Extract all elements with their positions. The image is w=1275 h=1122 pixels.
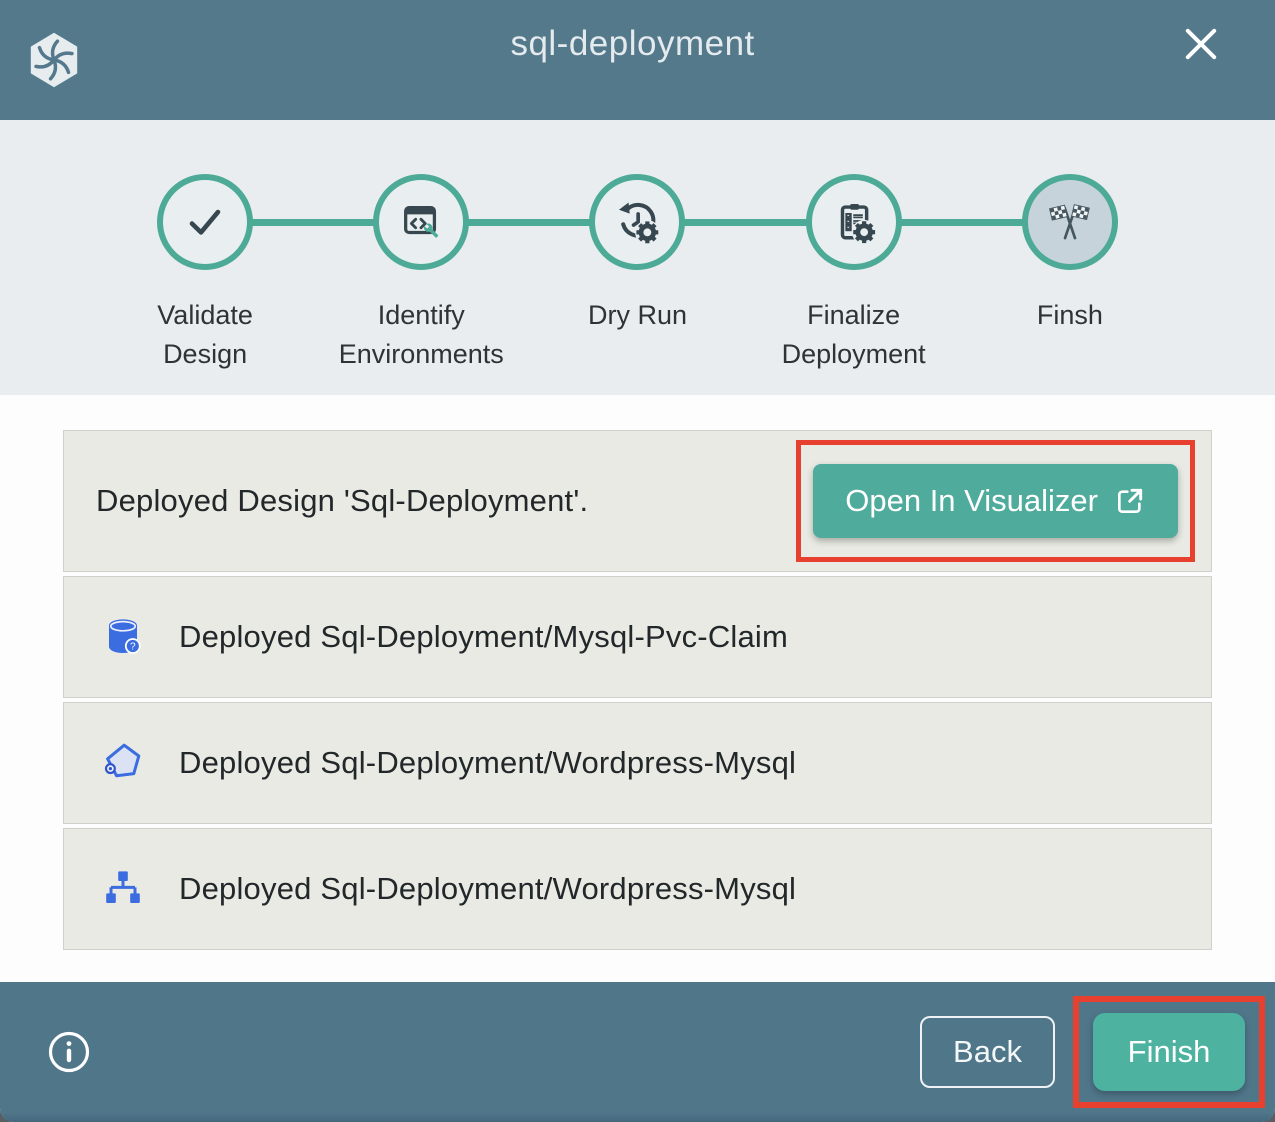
database-icon: ?	[99, 613, 147, 661]
check-icon[interactable]	[157, 174, 253, 270]
code-wrench-icon[interactable]	[373, 174, 469, 270]
step-identify-environments: Identify Environments	[313, 174, 529, 374]
step-label: Identify Environments	[332, 296, 510, 374]
step-label: Finalize Deployment	[765, 296, 943, 374]
deployment-row-wordpress-mysql-2: Deployed Sql-Deployment/Wordpress-Mysql	[63, 828, 1212, 950]
summary-text: Deployed Design 'Sql-Deployment'.	[96, 483, 588, 519]
results-panel: Deployed Design 'Sql-Deployment'. Open I…	[0, 395, 1275, 982]
summary-row: Deployed Design 'Sql-Deployment'. Open I…	[63, 430, 1212, 572]
deployment-row-text: Deployed Sql-Deployment/Wordpress-Mysql	[179, 745, 796, 781]
modal-title: sql-deployment	[510, 24, 754, 64]
close-icon[interactable]	[1179, 22, 1223, 66]
hierarchy-icon	[99, 865, 147, 913]
step-dry-run: Dry Run	[529, 174, 745, 374]
svg-text:?: ?	[130, 642, 136, 653]
clipboard-gear-icon[interactable]	[806, 174, 902, 270]
deployment-row-text: Deployed Sql-Deployment/Wordpress-Mysql	[179, 871, 796, 907]
step-label: Validate Design	[116, 296, 294, 374]
finish-button[interactable]: Finish	[1093, 1013, 1245, 1091]
step-label: Finsh	[981, 296, 1159, 335]
info-icon[interactable]	[46, 1029, 92, 1075]
step-finish: Finsh	[962, 174, 1178, 374]
meshery-logo-icon	[25, 31, 83, 89]
pentagon-icon	[99, 739, 147, 787]
history-gear-icon[interactable]	[589, 174, 685, 270]
stepper: Validate Design Identify Environments	[0, 120, 1275, 395]
deployment-row-text: Deployed Sql-Deployment/Mysql-Pvc-Claim	[179, 619, 788, 655]
step-finalize-deployment: Finalize Deployment	[746, 174, 962, 374]
deployment-row-mysql-pvc-claim: ? Deployed Sql-Deployment/Mysql-Pvc-Clai…	[63, 576, 1212, 698]
modal-footer: Back Finish	[0, 982, 1275, 1122]
open-in-visualizer-label: Open In Visualizer	[845, 483, 1098, 519]
step-validate-design: Validate Design	[97, 174, 313, 374]
deployment-row-wordpress-mysql-1: Deployed Sql-Deployment/Wordpress-Mysql	[63, 702, 1212, 824]
external-link-icon	[1114, 485, 1146, 517]
annotation-box-finish: Finish	[1073, 996, 1265, 1108]
open-in-visualizer-button[interactable]: Open In Visualizer	[813, 464, 1178, 538]
modal-header: sql-deployment	[0, 0, 1275, 120]
racing-flags-icon[interactable]	[1022, 174, 1118, 270]
deployment-wizard-modal: sql-deployment Validate Design	[0, 0, 1275, 1122]
annotation-box-visualizer: Open In Visualizer	[796, 440, 1195, 562]
step-label: Dry Run	[548, 296, 726, 335]
back-button[interactable]: Back	[920, 1016, 1055, 1088]
